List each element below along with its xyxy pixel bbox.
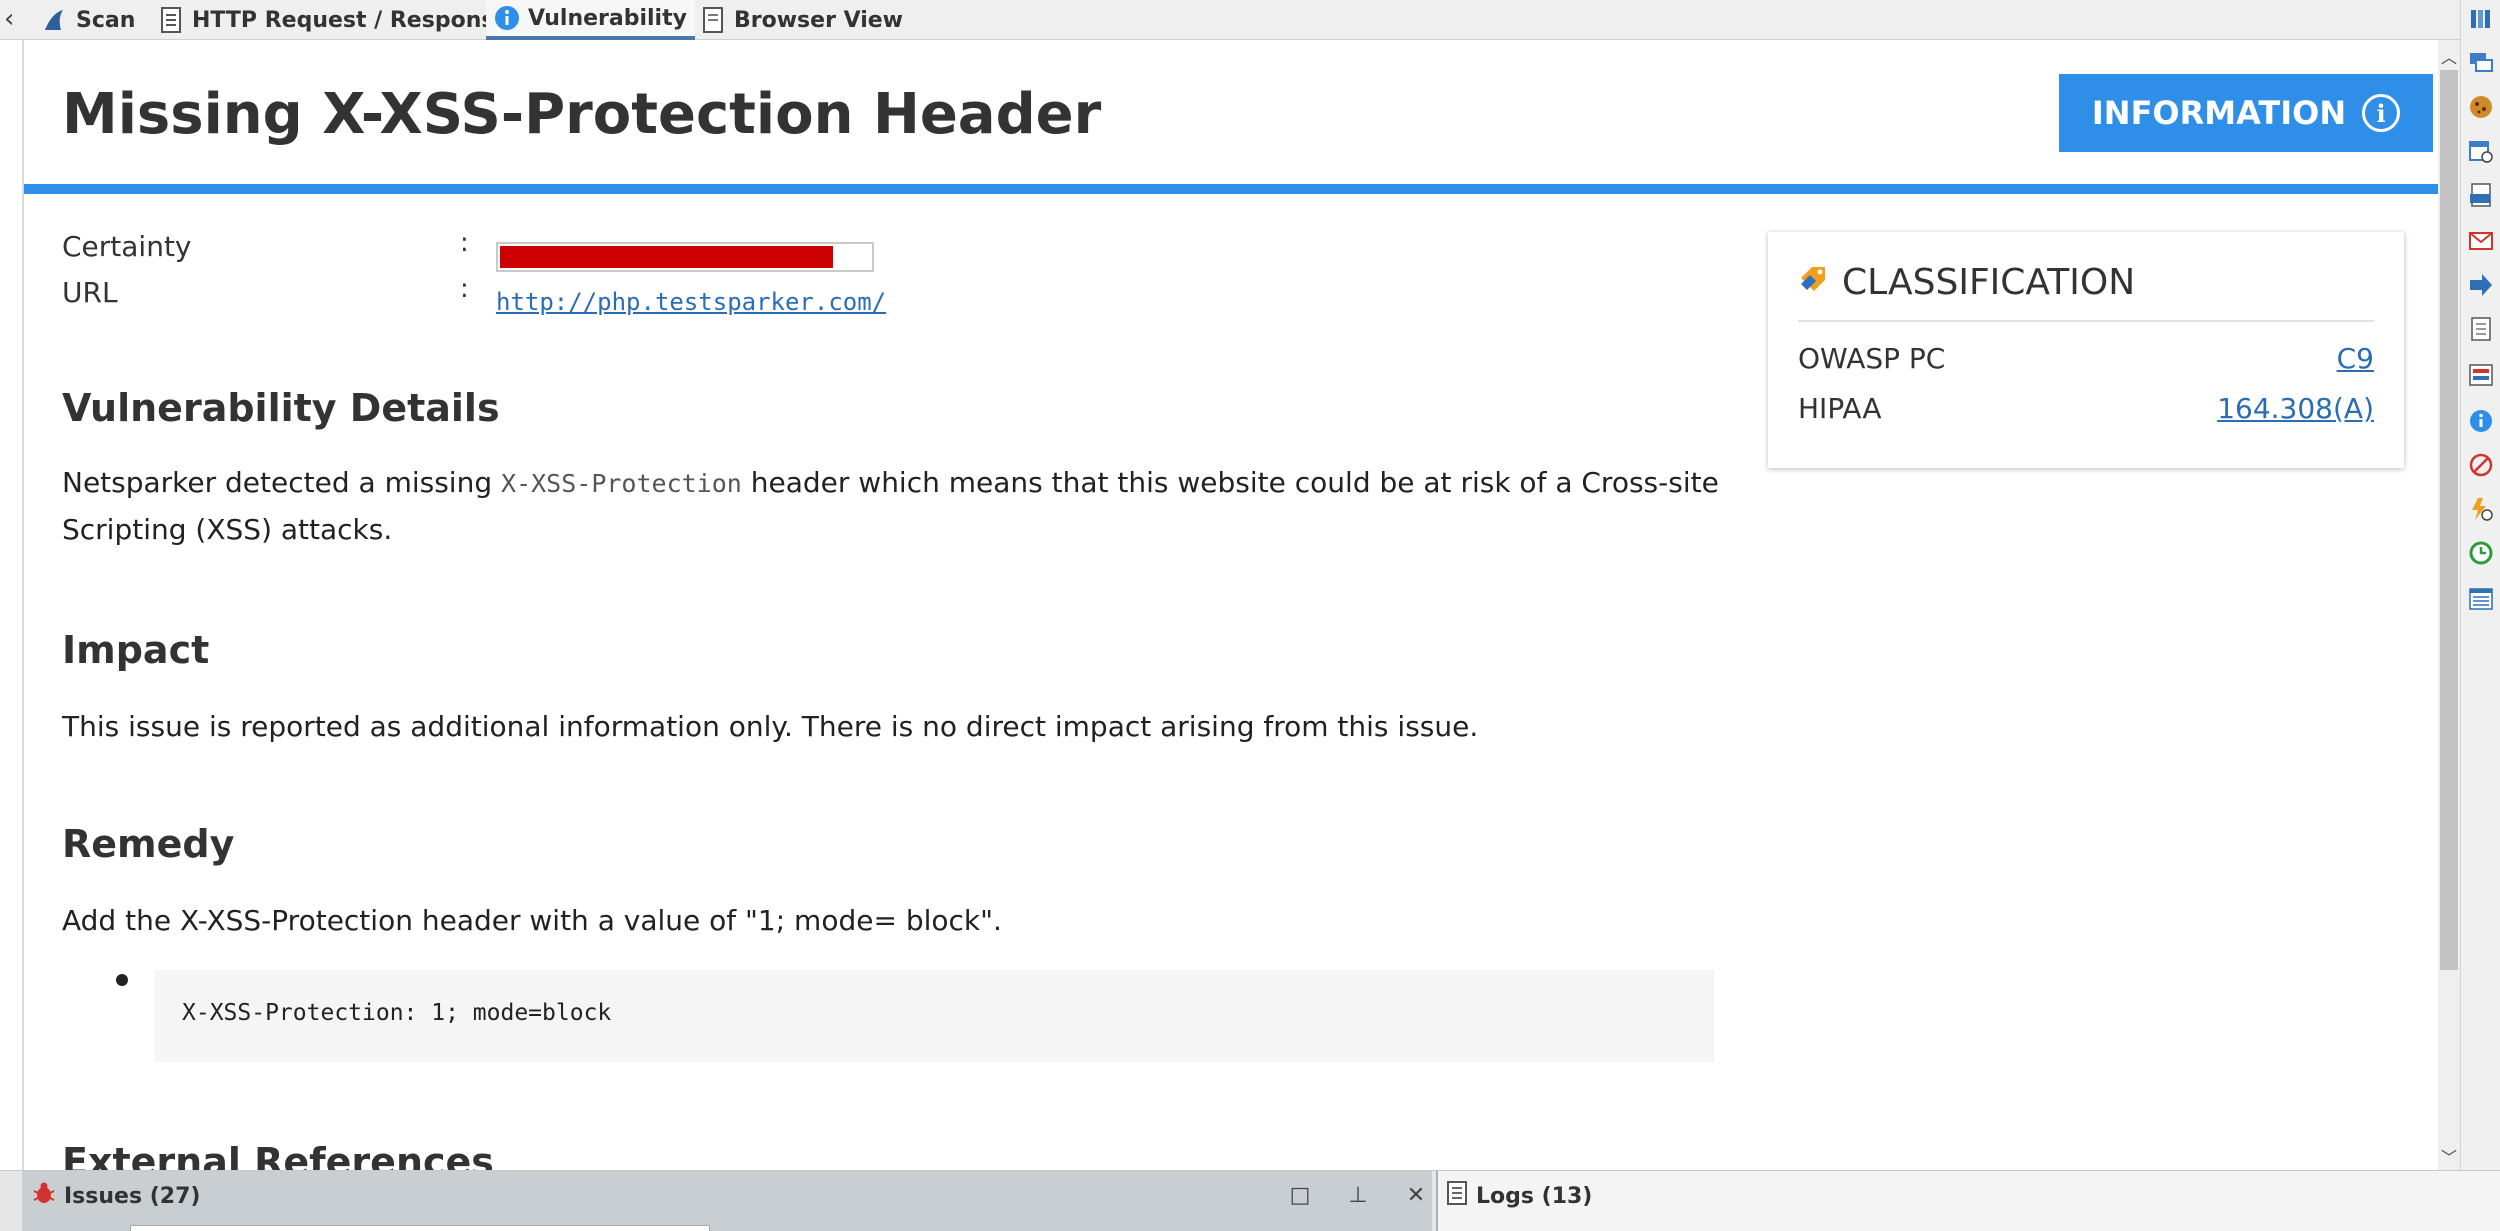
list-icon[interactable] xyxy=(2468,586,2494,612)
certainty-bar-fill xyxy=(500,246,833,268)
maximize-icon[interactable]: □ xyxy=(1288,1183,1312,1208)
arrow-right-icon[interactable] xyxy=(2468,272,2494,298)
impact-heading: Impact xyxy=(62,628,210,672)
close-icon[interactable]: ✕ xyxy=(1404,1183,1428,1208)
details-text-before: Netsparker detected a missing xyxy=(62,466,502,499)
issues-tab-label: Issues (27) xyxy=(64,1183,201,1209)
issues-tab[interactable]: Issues (27) xyxy=(32,1181,200,1211)
calendar-clock-icon[interactable] xyxy=(2468,138,2494,164)
vertical-scrollbar[interactable]: ︿ ﹀ xyxy=(2438,40,2460,1170)
page-title: Missing X-XSS-Protection Header xyxy=(62,82,1102,147)
scroll-down-icon[interactable]: ﹀ xyxy=(2438,1144,2460,1167)
text-file-icon[interactable] xyxy=(2468,316,2494,342)
tab-label: Vulnerability xyxy=(528,5,687,31)
certainty-label: Certainty xyxy=(62,230,192,263)
shark-fin-icon xyxy=(42,7,68,33)
remedy-heading: Remedy xyxy=(62,822,235,866)
remedy-code-block: X-XSS-Protection: 1; mode=block xyxy=(154,970,1714,1062)
bottom-dock: Issues (27) □ ⊥ ✕ Logs (13) xyxy=(0,1170,2500,1231)
classification-hipaa-label: HIPAA xyxy=(1798,392,1882,425)
certainty-bar xyxy=(496,242,874,272)
logs-pane: Logs (13) xyxy=(1436,1171,2500,1231)
log-icon xyxy=(1446,1181,1468,1211)
books-icon[interactable] xyxy=(2468,6,2494,32)
blocked-icon[interactable] xyxy=(2468,452,2494,478)
right-toolbar xyxy=(2460,0,2500,1231)
page-icon xyxy=(700,7,726,33)
pin-icon[interactable]: ⊥ xyxy=(1346,1183,1370,1208)
severity-label: INFORMATION xyxy=(2091,94,2347,132)
document-tab-strip: ‹ Scan HTTP Request / Response Vulnerabi… xyxy=(0,0,2460,40)
bug-icon xyxy=(32,1181,56,1211)
issues-pane: Issues (27) □ ⊥ ✕ xyxy=(22,1171,1432,1231)
cookie-icon[interactable] xyxy=(2468,94,2494,120)
clock-icon[interactable] xyxy=(2468,540,2494,566)
lightning-clock-icon[interactable] xyxy=(2468,496,2494,522)
classification-owasp-link[interactable]: C9 xyxy=(2337,342,2374,375)
info-icon[interactable] xyxy=(2468,408,2494,434)
vulnerable-url-link[interactable]: http://php.testsparker.com/ xyxy=(496,288,886,316)
report-header: Missing X-XSS-Protection Header INFORMAT… xyxy=(24,40,2438,194)
document-icon xyxy=(158,7,184,33)
url-label: URL xyxy=(62,276,118,309)
external-references-heading: External References xyxy=(62,1140,494,1170)
tab-scan[interactable]: Scan xyxy=(34,0,143,40)
tag-icon xyxy=(1798,262,1828,303)
issues-filter-input[interactable] xyxy=(130,1225,710,1231)
info-circle-icon: i xyxy=(2362,94,2401,132)
scroll-up-icon[interactable]: ︿ xyxy=(2438,44,2460,67)
info-icon xyxy=(494,5,520,31)
classification-heading: CLASSIFICATION xyxy=(1842,262,2136,303)
impact-text: This issue is reported as additional inf… xyxy=(62,710,1479,743)
remedy-text: Add the X-XSS-Protection header with a v… xyxy=(62,904,1002,937)
certainty-colon: : xyxy=(460,228,469,258)
comments-icon[interactable] xyxy=(2468,50,2494,76)
tab-http-request-response[interactable]: HTTP Request / Response xyxy=(150,0,517,40)
classification-hipaa-link[interactable]: 164.308(A) xyxy=(2217,392,2374,425)
tab-vulnerability[interactable]: Vulnerability xyxy=(486,0,695,40)
classification-header: CLASSIFICATION xyxy=(1798,262,2135,303)
classification-owasp-label: OWASP PC xyxy=(1798,342,1946,375)
classification-divider xyxy=(1798,320,2374,322)
url-colon: : xyxy=(460,274,469,304)
form-icon[interactable] xyxy=(2468,362,2494,388)
tab-label: HTTP Request / Response xyxy=(192,7,510,33)
envelope-icon[interactable] xyxy=(2468,228,2494,254)
tab-label: Scan xyxy=(76,7,136,33)
vulnerability-details-heading: Vulnerability Details xyxy=(62,386,500,430)
list-bullet xyxy=(116,974,128,986)
logs-tab[interactable]: Logs (13) xyxy=(1446,1181,1592,1211)
details-inline-code: X-XSS-Protection xyxy=(501,469,742,498)
css-file-icon[interactable] xyxy=(2468,182,2494,208)
logs-tab-label: Logs (13) xyxy=(1476,1183,1593,1209)
scrollbar-thumb[interactable] xyxy=(2440,70,2458,970)
vulnerability-details-text: Netsparker detected a missing X-XSS-Prot… xyxy=(62,460,1742,553)
severity-badge: INFORMATION i xyxy=(2059,74,2433,152)
classification-card: CLASSIFICATION OWASP PC C9 HIPAA 164.308… xyxy=(1768,232,2404,468)
tab-label: Browser View xyxy=(734,7,904,33)
tab-browser-view[interactable]: Browser View xyxy=(692,0,911,40)
scroll-tabs-left-icon[interactable]: ‹ xyxy=(4,4,14,34)
vulnerability-report: Missing X-XSS-Protection Header INFORMAT… xyxy=(24,40,2438,1170)
